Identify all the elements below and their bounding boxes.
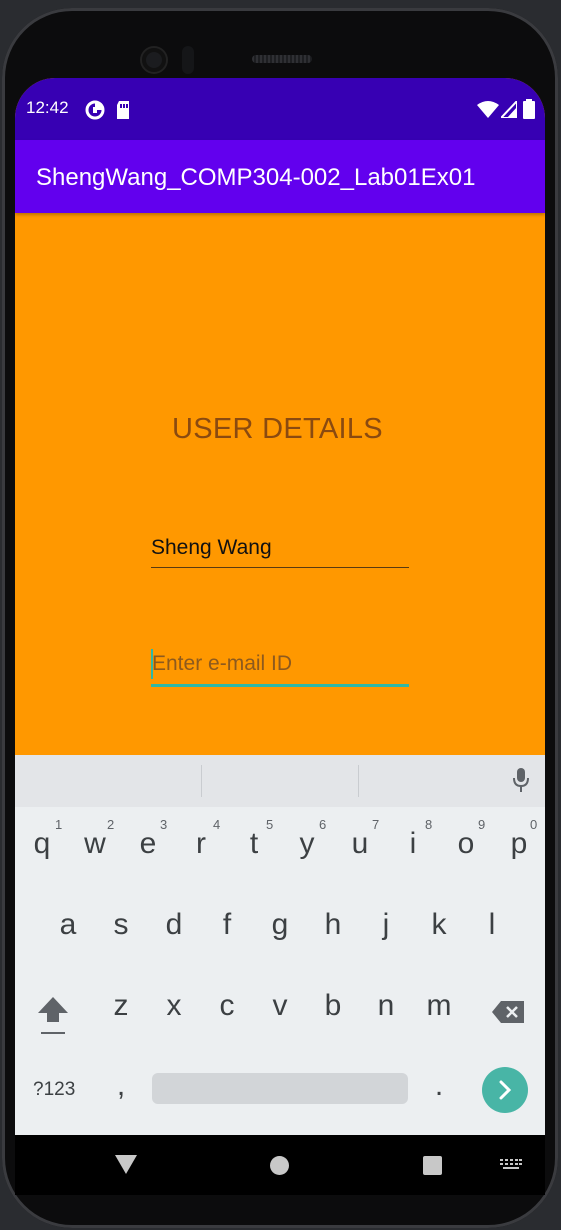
device-frame: 12:42 ShengWang_COMP304-002_Lab01Ex01 US… bbox=[0, 0, 561, 1230]
backspace-icon[interactable] bbox=[491, 1000, 525, 1028]
screen: 12:42 ShengWang_COMP304-002_Lab01Ex01 US… bbox=[15, 78, 545, 1135]
key-t[interactable]: t bbox=[229, 827, 279, 861]
key-area: 1 2 3 4 5 6 7 8 9 0 q w e r t y u i o p bbox=[15, 807, 545, 1135]
key-g[interactable]: g bbox=[255, 908, 305, 942]
data-saver-icon bbox=[85, 100, 105, 124]
key-u[interactable]: u bbox=[335, 827, 385, 861]
email-input[interactable]: Enter e-mail ID bbox=[151, 647, 409, 687]
key-r[interactable]: r bbox=[176, 827, 226, 861]
key-q[interactable]: q bbox=[17, 827, 67, 861]
key-n[interactable]: n bbox=[361, 989, 411, 1023]
comma-key[interactable]: , bbox=[96, 1069, 146, 1103]
email-placeholder: Enter e-mail ID bbox=[152, 652, 293, 675]
key-e[interactable]: e bbox=[123, 827, 173, 861]
key-f[interactable]: f bbox=[202, 908, 252, 942]
proximity-sensor bbox=[182, 46, 194, 74]
navigation-bar bbox=[15, 1135, 545, 1195]
status-time: 12:42 bbox=[26, 98, 69, 117]
period-key[interactable]: . bbox=[414, 1069, 464, 1103]
key-x[interactable]: x bbox=[149, 989, 199, 1023]
suggestion-divider bbox=[358, 765, 359, 797]
key-l[interactable]: l bbox=[467, 908, 517, 942]
battery-icon bbox=[523, 99, 535, 123]
key-c[interactable]: c bbox=[202, 989, 252, 1023]
suggestion-divider bbox=[201, 765, 202, 797]
earpiece-speaker bbox=[252, 55, 312, 63]
home-icon[interactable] bbox=[270, 1156, 289, 1179]
key-k[interactable]: k bbox=[414, 908, 464, 942]
status-bar: 12:42 bbox=[15, 78, 545, 140]
next-button[interactable] bbox=[482, 1067, 528, 1113]
microphone-icon[interactable] bbox=[512, 767, 530, 797]
keyboard-switch-icon[interactable] bbox=[500, 1158, 522, 1177]
key-h[interactable]: h bbox=[308, 908, 358, 942]
app-bar: ShengWang_COMP304-002_Lab01Ex01 bbox=[15, 140, 545, 213]
soft-keyboard: 1 2 3 4 5 6 7 8 9 0 q w e r t y u i o p bbox=[15, 755, 545, 1135]
wifi-icon bbox=[477, 101, 499, 123]
key-v[interactable]: v bbox=[255, 989, 305, 1023]
space-bar[interactable] bbox=[152, 1073, 408, 1104]
key-b[interactable]: b bbox=[308, 989, 358, 1023]
back-icon[interactable] bbox=[115, 1155, 137, 1179]
name-input[interactable]: Sheng Wang bbox=[151, 531, 409, 568]
key-y[interactable]: y bbox=[282, 827, 332, 861]
key-o[interactable]: o bbox=[441, 827, 491, 861]
key-m[interactable]: m bbox=[414, 989, 464, 1023]
cell-signal-icon bbox=[498, 98, 518, 122]
form-heading: USER DETAILS bbox=[172, 413, 383, 445]
key-p[interactable]: p bbox=[494, 827, 544, 861]
key-i[interactable]: i bbox=[388, 827, 438, 861]
front-camera bbox=[142, 48, 166, 72]
recents-icon[interactable] bbox=[423, 1156, 442, 1179]
key-j[interactable]: j bbox=[361, 908, 411, 942]
symbols-key[interactable]: ?123 bbox=[33, 1079, 75, 1101]
user-details-form: USER DETAILS Sheng Wang Enter e-mail ID bbox=[15, 213, 545, 755]
app-title: ShengWang_COMP304-002_Lab01Ex01 bbox=[36, 164, 476, 191]
key-s[interactable]: s bbox=[96, 908, 146, 942]
suggestion-strip bbox=[15, 755, 545, 807]
key-d[interactable]: d bbox=[149, 908, 199, 942]
shift-icon[interactable] bbox=[37, 995, 69, 1041]
chevron-right-icon bbox=[499, 1080, 512, 1100]
key-w[interactable]: w bbox=[70, 827, 120, 861]
key-a[interactable]: a bbox=[43, 908, 93, 942]
key-z[interactable]: z bbox=[96, 989, 146, 1023]
sd-card-icon bbox=[115, 100, 131, 124]
